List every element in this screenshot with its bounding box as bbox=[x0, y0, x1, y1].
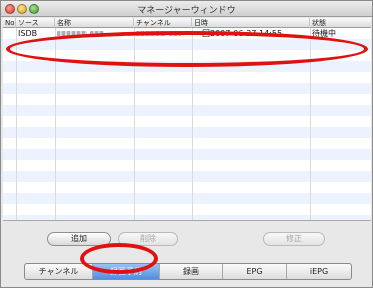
empty-table-row[interactable] bbox=[3, 94, 371, 105]
cell-no bbox=[3, 28, 16, 39]
empty-table-row[interactable] bbox=[3, 127, 371, 138]
edit-button[interactable]: 修正 bbox=[263, 232, 325, 246]
empty-table-row[interactable] bbox=[3, 83, 371, 94]
tab-bar: チャンネル 録画予約 録画 EPG iEPG bbox=[24, 263, 352, 280]
column-divider bbox=[16, 28, 17, 220]
manager-window: マネージャーウィンドウ No ソース 名称 チャンネル 日時 状態 ISDB 一… bbox=[0, 0, 373, 288]
table-header: No ソース 名称 チャンネル 日時 状態 bbox=[3, 18, 371, 28]
empty-table-row[interactable] bbox=[3, 116, 371, 127]
empty-table-row[interactable] bbox=[3, 215, 371, 220]
column-header-name[interactable]: 名称 bbox=[55, 18, 134, 28]
tab-channel[interactable]: チャンネル bbox=[25, 264, 93, 279]
column-header-status[interactable]: 状態 bbox=[310, 18, 371, 28]
tab-iepg[interactable]: iEPG bbox=[287, 264, 351, 279]
empty-table-row[interactable] bbox=[3, 105, 371, 116]
column-header-channel[interactable]: チャンネル bbox=[134, 18, 192, 28]
column-header-no[interactable]: No bbox=[3, 18, 16, 28]
column-header-datetime[interactable]: 日時 bbox=[192, 18, 310, 28]
annotation-circle-row bbox=[6, 31, 368, 67]
empty-table-row[interactable] bbox=[3, 193, 371, 204]
tab-recordings[interactable]: 録画 bbox=[160, 264, 223, 279]
column-header-source[interactable]: ソース bbox=[16, 18, 55, 28]
empty-table-row[interactable] bbox=[3, 149, 371, 160]
empty-table-row[interactable] bbox=[3, 204, 371, 215]
empty-table-row[interactable] bbox=[3, 160, 371, 171]
empty-table-row[interactable] bbox=[3, 171, 371, 182]
empty-table-row[interactable] bbox=[3, 72, 371, 83]
window-title: マネージャーウィンドウ bbox=[137, 6, 236, 16]
annotation-circle-tab bbox=[80, 243, 158, 274]
title-bar: マネージャーウィンドウ bbox=[1, 1, 372, 17]
empty-table-row[interactable] bbox=[3, 138, 371, 149]
empty-table-row[interactable] bbox=[3, 182, 371, 193]
tab-epg[interactable]: EPG bbox=[223, 264, 287, 279]
